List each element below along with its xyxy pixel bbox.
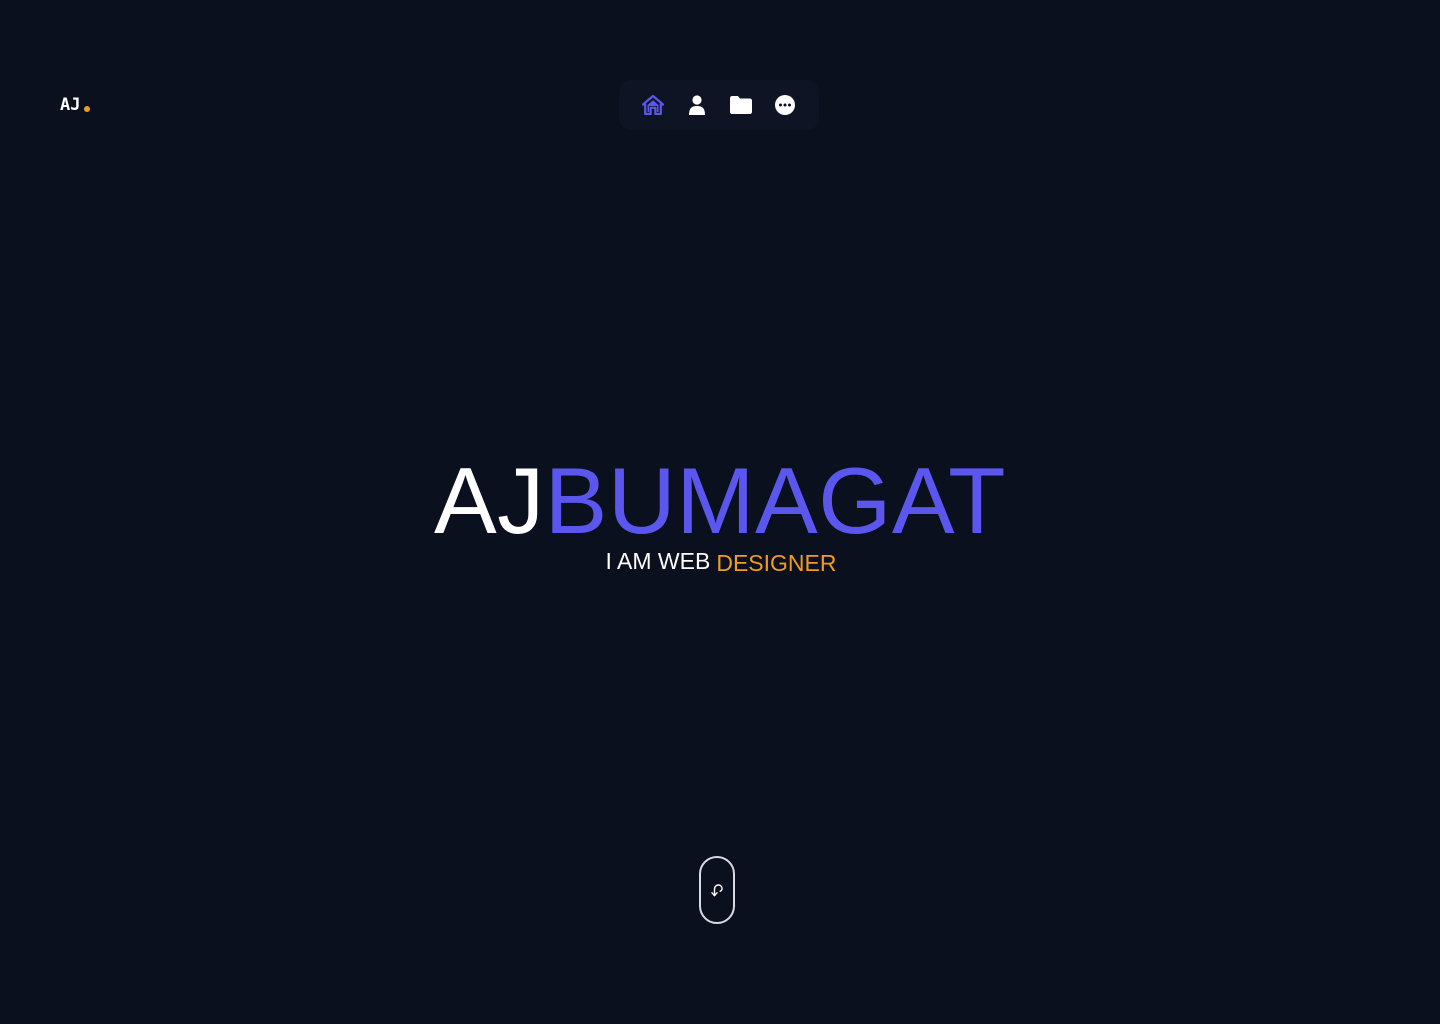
hero-section: AJBUMAGAT I AM WEB DESIGNER — [0, 450, 1440, 577]
site-logo[interactable]: AJ — [60, 94, 91, 116]
hero-tagline: I AM WEB DESIGNER — [0, 546, 1440, 576]
logo-dot — [84, 105, 91, 112]
more-icon — [775, 95, 795, 115]
user-icon — [689, 95, 705, 115]
scroll-down-arrow-icon — [711, 884, 723, 897]
nav-more[interactable] — [763, 80, 807, 130]
hero-last-name: BUMAGAT — [544, 448, 1007, 553]
logo-text: AJ — [60, 95, 81, 115]
nav-projects[interactable] — [719, 80, 763, 130]
nav-home[interactable] — [631, 80, 675, 130]
tagline-prefix: I AM WEB — [605, 548, 711, 574]
hero-name: AJBUMAGAT — [0, 450, 1440, 552]
scroll-down-button[interactable] — [699, 856, 735, 924]
hero-first-name: AJ — [433, 448, 545, 553]
folder-icon — [730, 96, 752, 114]
nav-about[interactable] — [675, 80, 719, 130]
main-nav — [619, 80, 819, 130]
home-icon — [642, 95, 664, 115]
tagline-role: DESIGNER — [716, 550, 837, 576]
